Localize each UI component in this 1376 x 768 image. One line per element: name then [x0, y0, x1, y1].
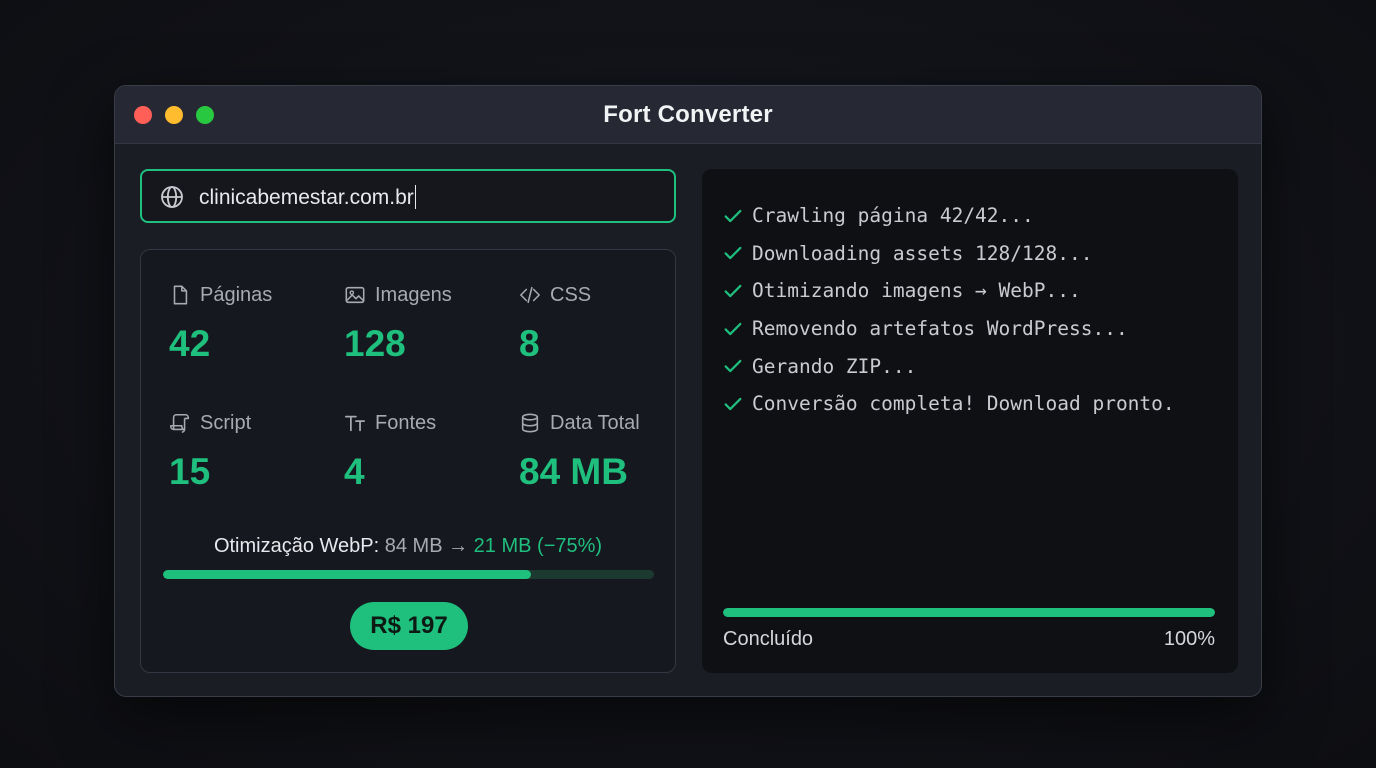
stat-value: 15 — [169, 451, 211, 492]
price-button[interactable]: R$ 197 — [350, 602, 468, 650]
image-icon — [345, 286, 365, 304]
webp-optimization-label: Otimização WebP: — [213, 535, 380, 557]
log-text: Removendo artefatos WordPress... — [752, 317, 1128, 341]
stats-panel: Páginas 42 Imagens 128 CSS 8 Script 15 F… — [140, 249, 676, 673]
conversion-log-panel: Crawling página 42/42... Downloading asse… — [702, 169, 1238, 673]
log-text: Otimizando imagens → WebP... — [752, 279, 1081, 303]
stat-label: Imagens — [375, 283, 452, 306]
stat-script: Script 15 — [169, 409, 329, 493]
stat-label: Data Total — [550, 411, 640, 434]
log-text: Conversão completa! Download pronto. — [752, 392, 1175, 416]
stat-value: 8 — [519, 323, 540, 364]
url-input-text: clinicabemestar.com.br — [199, 185, 416, 210]
completion-progress-bar — [723, 608, 1215, 617]
stat-label: Páginas — [200, 283, 273, 306]
webp-progress-bar — [163, 570, 654, 579]
stat-paginas: Páginas 42 — [169, 281, 329, 365]
log-line: Crawling página 42/42... — [722, 197, 1175, 235]
title-bar: Fort Converter — [115, 86, 1261, 144]
log-line: Downloading assets 128/128... — [722, 235, 1175, 273]
log-list: Crawling página 42/42... Downloading asse… — [722, 197, 1175, 423]
stat-label: Fontes — [375, 411, 437, 434]
log-line: Gerando ZIP... — [722, 347, 1175, 385]
stat-fontes: Fontes 4 — [344, 409, 504, 493]
completion-percent: 100% — [1163, 628, 1215, 650]
log-line: Otimizando imagens → WebP... — [722, 272, 1175, 310]
stat-imagens: Imagens 128 — [344, 281, 504, 365]
check-icon — [724, 360, 742, 373]
stat-label: CSS — [550, 283, 592, 306]
globe-icon — [161, 186, 183, 208]
webp-size-after: 21 MB (−75%) — [473, 535, 603, 557]
script-icon — [170, 413, 190, 433]
check-icon — [724, 247, 742, 260]
check-icon — [724, 322, 742, 335]
log-text: Downloading assets 128/128... — [752, 241, 1093, 265]
stat-data-total: Data Total 84 MB — [519, 409, 679, 493]
code-icon — [520, 286, 540, 304]
webp-progress-fill — [163, 570, 532, 579]
completion-progress-fill — [723, 608, 1215, 617]
font-icon — [344, 415, 366, 432]
webp-optimization-summary: Otimização WebP: 84 MB → 21 MB (−75%) — [141, 535, 675, 558]
completion-label: Concluído — [723, 628, 814, 650]
text-cursor — [414, 185, 416, 209]
check-icon — [724, 284, 742, 298]
url-input[interactable]: clinicabemestar.com.br — [140, 169, 676, 223]
webp-size-before: 84 MB → — [384, 535, 469, 557]
check-icon — [724, 397, 742, 410]
stat-value: 4 — [344, 451, 365, 492]
url-value: clinicabemestar.com.br — [199, 186, 414, 209]
log-text: Crawling página 42/42... — [752, 204, 1034, 228]
file-icon — [173, 285, 188, 305]
stat-value: 84 MB — [519, 451, 628, 492]
app-window: Fort Converter clinicabemestar.com.br Pá… — [114, 85, 1262, 697]
log-line: Conversão completa! Download pronto. — [722, 385, 1175, 423]
stat-value: 42 — [169, 323, 211, 364]
database-icon — [521, 413, 539, 433]
log-text: Gerando ZIP... — [752, 354, 917, 378]
stat-value: 128 — [344, 323, 406, 364]
stat-label: Script — [200, 411, 252, 434]
log-line: Removendo artefatos WordPress... — [722, 310, 1175, 348]
check-icon — [724, 209, 742, 222]
stat-css: CSS 8 — [519, 281, 679, 365]
window-title: Fort Converter — [603, 101, 773, 128]
